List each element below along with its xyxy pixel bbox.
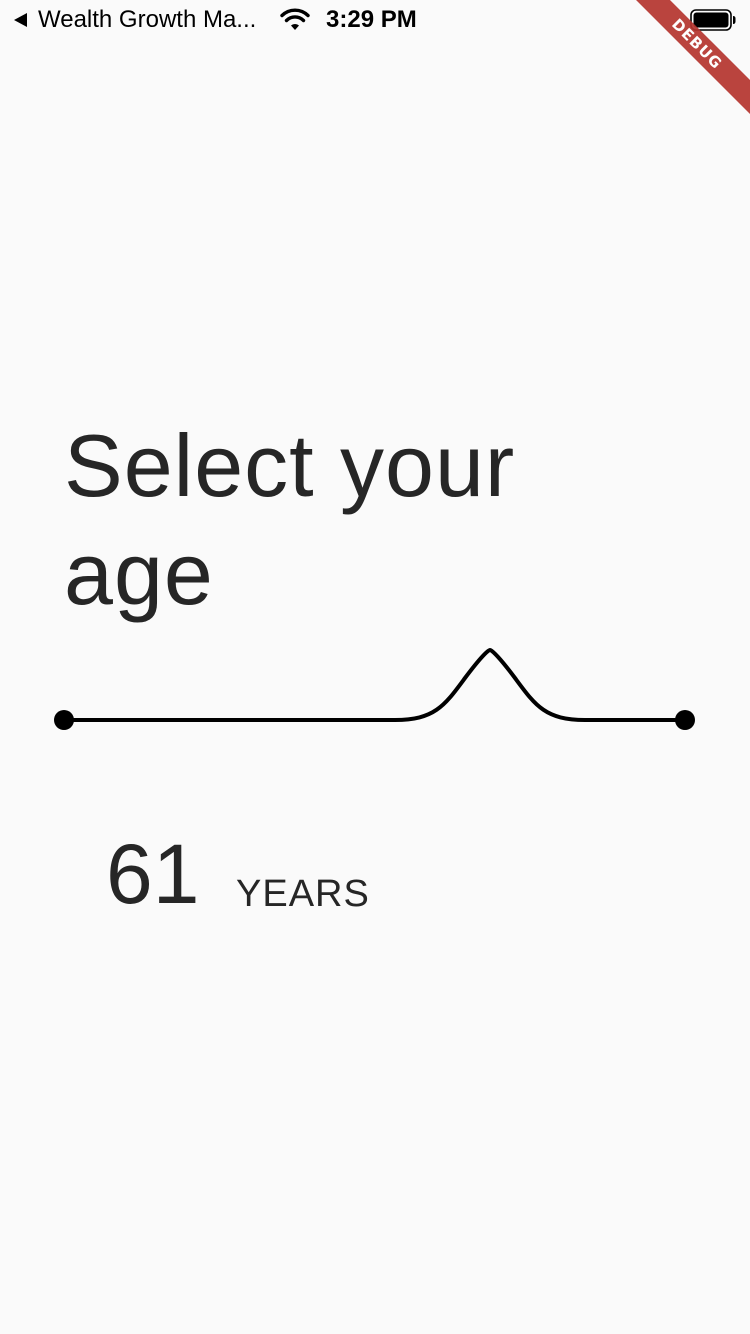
status-time: 3:29 PM [326,6,417,33]
age-value: 61 [106,827,200,921]
wifi-icon [280,8,310,30]
page-title: Select your age [64,416,516,623]
slider-track[interactable] [62,647,687,722]
age-unit-label: YEARS [236,873,370,915]
slider-start-dot [54,710,74,730]
back-to-app-link[interactable]: Wealth Growth Ma... [38,6,256,34]
back-arrow-icon[interactable] [14,13,27,27]
age-slider[interactable] [40,630,720,750]
slider-end-dot [675,710,695,730]
battery-icon [690,9,736,31]
status-bar: Wealth Growth Ma... 3:29 PM [0,0,750,40]
